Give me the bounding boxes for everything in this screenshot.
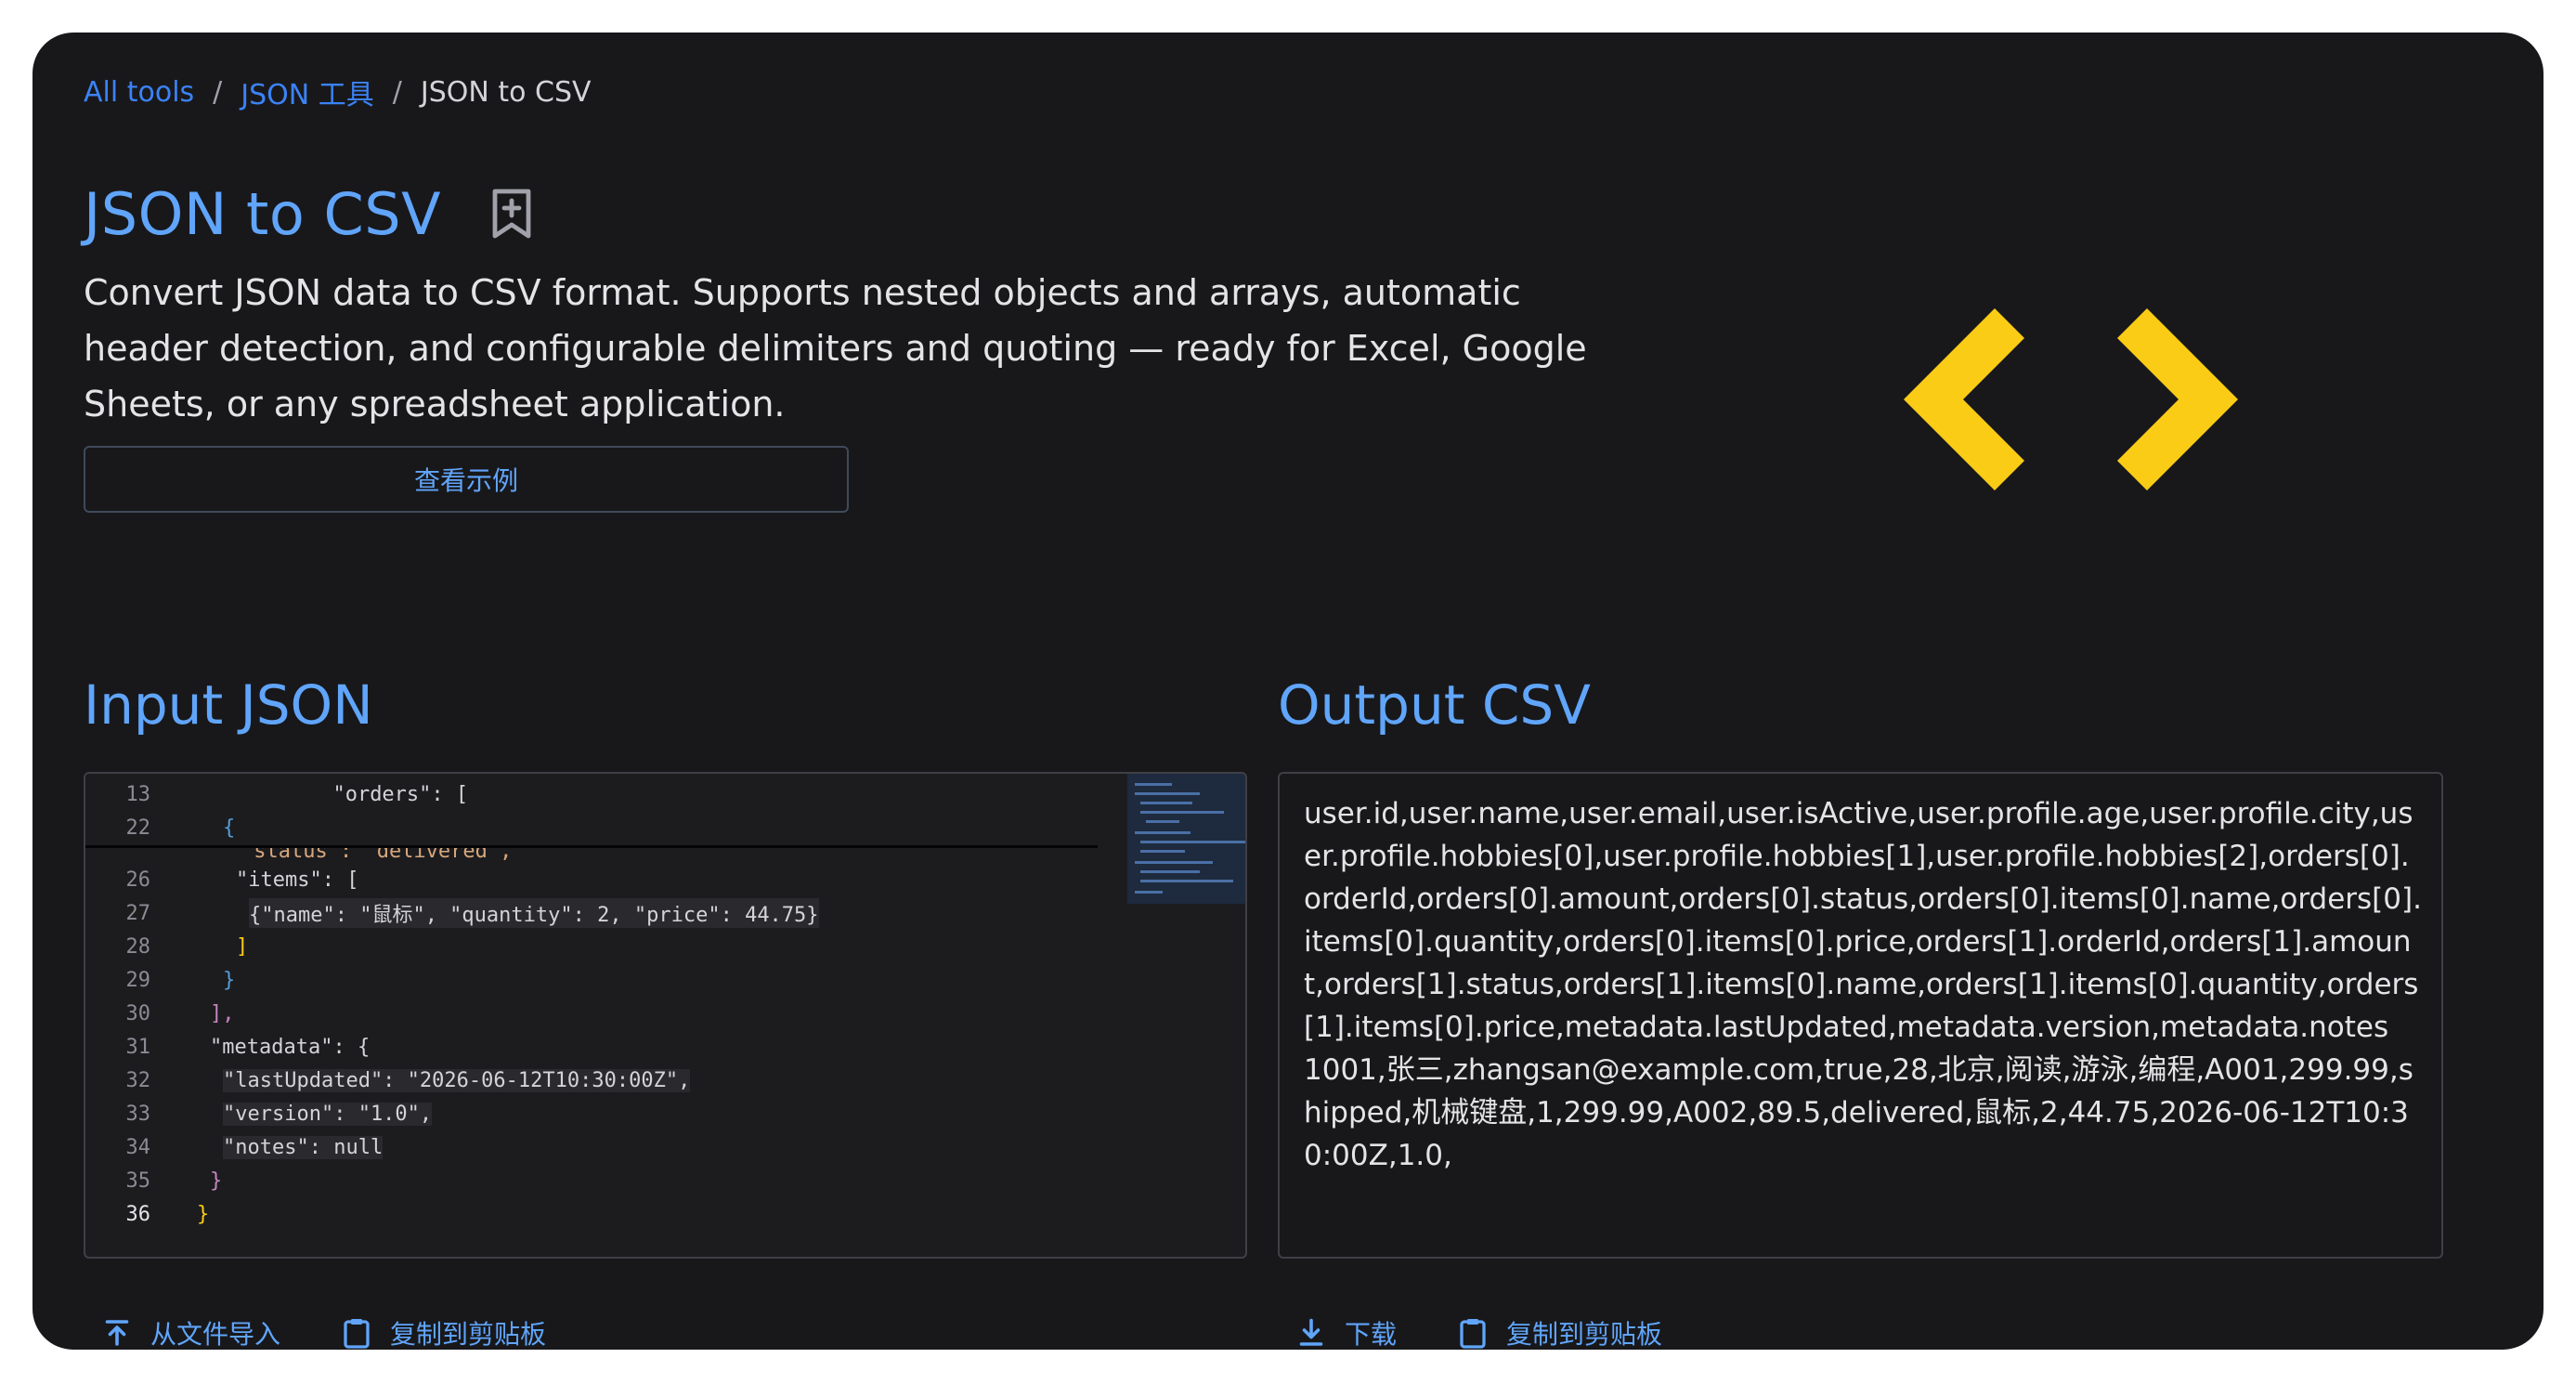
line-number: 29 (125, 968, 151, 992)
code-line: 26 "items": [ (85, 863, 1098, 896)
code-line: 30 ], (85, 997, 1098, 1030)
minimap-line (1135, 891, 1163, 894)
line-number: 31 (125, 1035, 151, 1059)
json-editor[interactable]: 23 "status": "delivered", 13 "orders": [… (84, 772, 1247, 1259)
breadcrumb-all-tools[interactable]: All tools (84, 76, 194, 109)
code-text: "notes": null (223, 1135, 384, 1159)
code-line: 27 {"name": "鼠标", "quantity": 2, "price"… (85, 896, 1098, 930)
code-line: 32 "lastUpdated": "2026-06-12T10:30:00Z"… (85, 1064, 1098, 1097)
code-text: } (223, 968, 236, 992)
output-csv-title: Output CSV (1278, 673, 1591, 737)
line-number: 34 (125, 1135, 151, 1159)
code-line: 35 } (85, 1164, 1098, 1197)
line-number: 28 (125, 934, 151, 959)
breadcrumb: All tools / JSON 工具 / JSON to CSV (84, 66, 592, 118)
line-number: 13 (125, 782, 151, 806)
sticky-scroll-header: 13 "orders": [ 22 { (85, 774, 1098, 848)
download-label: 下载 (1345, 1319, 1398, 1350)
code-text: {"name": "鼠标", "quantity": 2, "price": 4… (249, 898, 819, 928)
breadcrumb-separator: / (213, 75, 223, 109)
clipboard-icon (1460, 1319, 1486, 1349)
code-text: { (223, 816, 236, 840)
page-description: Convert JSON data to CSV format. Support… (84, 272, 1587, 424)
copy-input-label: 复制到剪贴板 (390, 1319, 547, 1350)
import-file-label: 从文件导入 (150, 1319, 281, 1350)
minimap-line (1135, 792, 1200, 795)
download-button[interactable]: 下载 (1278, 1314, 1413, 1350)
minimap-line (1135, 783, 1172, 786)
code-line: 22 { (85, 811, 1098, 844)
minimap-line (1146, 820, 1179, 823)
code-text: } (197, 1202, 210, 1226)
app-window: All tools / JSON 工具 / JSON to CSV JSON t… (33, 33, 2543, 1350)
line-number: 30 (125, 1001, 151, 1025)
copy-input-button[interactable]: 复制到剪贴板 (323, 1314, 563, 1350)
line-number: 32 (125, 1068, 151, 1092)
upload-icon (105, 1320, 129, 1346)
code-brackets-logo-icon (1904, 308, 2238, 490)
code-line: 36 } (85, 1197, 1098, 1231)
download-icon (1299, 1318, 1323, 1346)
line-number: 22 (125, 816, 151, 840)
code-text: "metadata": { (210, 1035, 371, 1059)
page-title: JSON to CSV (84, 179, 442, 248)
breadcrumb-separator: / (392, 75, 402, 109)
code-text: ] (236, 934, 249, 959)
csv-output[interactable]: user.id,user.name,user.email,user.isActi… (1278, 772, 2443, 1259)
import-file-button[interactable]: 从文件导入 (84, 1314, 297, 1350)
minimap-line (1140, 850, 1185, 853)
minimap-line (1140, 870, 1200, 873)
code-line: 33 "version": "1.0", (85, 1097, 1098, 1130)
code-text: "lastUpdated": "2026-06-12T10:30:00Z", (223, 1068, 691, 1092)
code-line: 34 "notes": null (85, 1130, 1098, 1164)
input-json-title: Input JSON (84, 673, 373, 737)
copy-output-button[interactable]: 复制到剪贴板 (1439, 1314, 1679, 1350)
output-actions: 下载 复制到剪贴板 (1278, 1305, 1705, 1350)
title-row: JSON to CSV (84, 163, 534, 265)
breadcrumb-category[interactable]: JSON 工具 (241, 72, 373, 112)
code-line: 28 ] (85, 930, 1098, 963)
breadcrumb-current: JSON to CSV (420, 75, 592, 109)
code-text: "version": "1.0", (223, 1102, 433, 1126)
editor-minimap[interactable] (1127, 774, 1245, 904)
clipboard-icon (344, 1319, 370, 1349)
line-number: 33 (125, 1102, 151, 1126)
line-number: 35 (125, 1169, 151, 1193)
view-example-button[interactable]: 查看示例 (84, 446, 849, 513)
minimap-line (1135, 831, 1190, 834)
code-text: } (210, 1169, 223, 1193)
copy-output-label: 复制到剪贴板 (1506, 1319, 1663, 1350)
minimap-line (1140, 802, 1192, 804)
code-text: "items": [ (236, 868, 359, 892)
minimap-line (1140, 841, 1245, 843)
bookmark-add-icon[interactable] (489, 188, 534, 240)
line-number: 27 (125, 901, 151, 925)
line-number: 26 (125, 868, 151, 892)
code-text: ], (210, 1001, 235, 1025)
code-line: 13 "orders": [ (85, 777, 1098, 811)
input-actions: 从文件导入 复制到剪贴板 (84, 1305, 589, 1350)
minimap-line (1140, 880, 1233, 882)
code-line: 29 } (85, 963, 1098, 997)
csv-output-text: user.id,user.name,user.email,user.isActi… (1304, 797, 2422, 1172)
json-key: "orders": [ (332, 782, 469, 806)
code-line: 31 "metadata": { (85, 1030, 1098, 1064)
minimap-line (1135, 861, 1213, 864)
line-number: 36 (125, 1202, 151, 1226)
minimap-line (1140, 811, 1224, 814)
